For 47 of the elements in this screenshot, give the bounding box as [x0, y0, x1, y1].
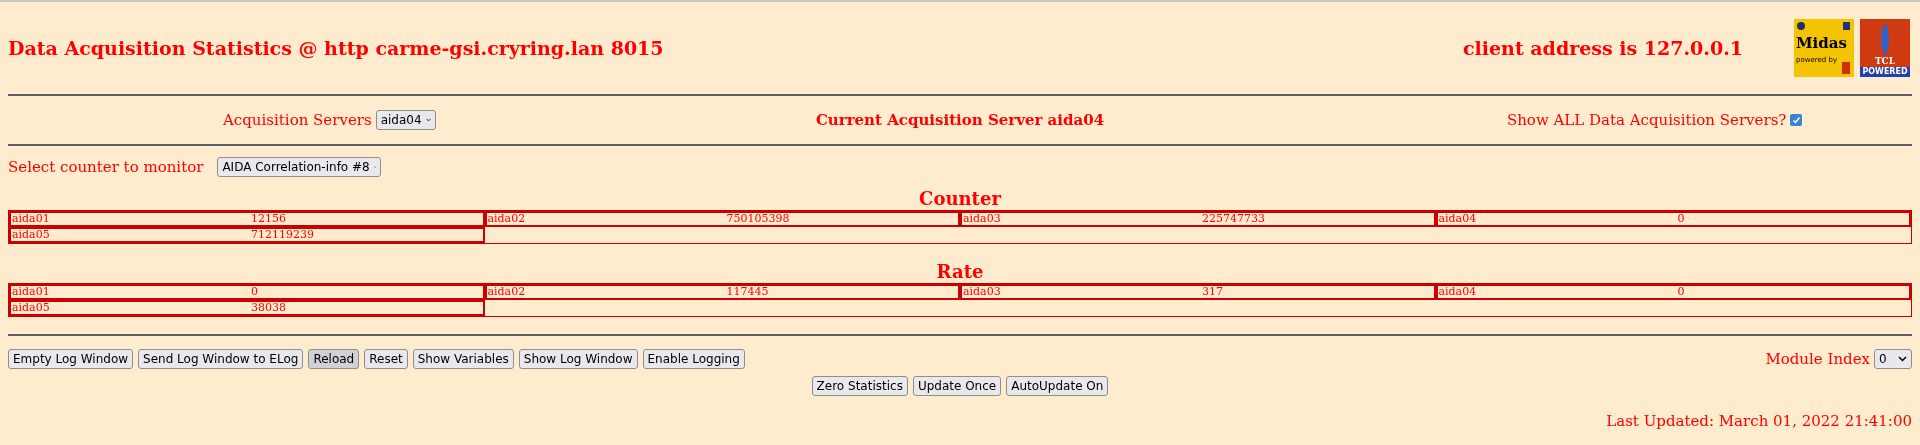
table-cell-text: 12156 [251, 210, 286, 227]
current-server: Current Acquisition Server aida04 [814, 109, 1106, 131]
server-select[interactable]: aida04 [375, 110, 436, 130]
table-cell-text: aida01 [11, 283, 51, 300]
table-cell-text: 117445 [726, 283, 769, 300]
action-button[interactable]: Reset [364, 349, 408, 369]
table-cell-text: aida03 [962, 283, 1002, 300]
show-all-label: Show ALL Data Acquisition Servers? [1506, 109, 1787, 131]
action-button[interactable]: Zero Statistics [811, 376, 908, 396]
action-button[interactable]: Enable Logging [642, 349, 745, 369]
action-button[interactable]: Empty Log Window [8, 349, 134, 369]
table-cell-text: aida04 [1437, 283, 1478, 300]
table-cell-text: 38038 [251, 299, 286, 316]
table-cell-text: 0 [1677, 210, 1685, 227]
table-cell-text: aida05 [11, 299, 51, 316]
show-all-checkbox[interactable] [1790, 114, 1803, 126]
action-button[interactable]: AutoUpdate On [1006, 376, 1109, 396]
table-cell-text: 750105398 [726, 210, 790, 227]
module-index-label: Module Index [1765, 348, 1870, 370]
counter-select[interactable]: AIDA Correlation-info #8 [217, 157, 382, 177]
table-cell-text: aida05 [11, 226, 51, 243]
action-button[interactable]: Send Log Window to ELog [138, 349, 304, 369]
chevron-down-icon [1898, 356, 1907, 362]
action-button[interactable]: Reload [308, 349, 360, 369]
table-cell-text: aida03 [962, 210, 1002, 227]
module-index-select[interactable]: 0 [1874, 349, 1912, 369]
table-cell-text: 317 [1202, 283, 1223, 300]
last-updated: Last Updated: March 01, 2022 21:41:00 [1606, 411, 1912, 432]
action-button[interactable]: Update Once [912, 376, 1002, 396]
servers-label: Acquisition Servers [223, 109, 372, 131]
table-cell-text: 712119239 [251, 226, 314, 243]
table-cell-text: aida02 [486, 283, 527, 300]
table-title: Counter [918, 188, 1003, 210]
table-cell-text: aida02 [486, 210, 527, 227]
counter-label: Select counter to monitor [8, 156, 204, 178]
client-address: client address is 127.0.0.1 [1463, 35, 1744, 61]
table-cell-text: aida04 [1437, 210, 1478, 227]
action-button[interactable]: Show Log Window [518, 349, 638, 369]
tcl-logo: TCL POWERED [1860, 19, 1910, 77]
table-cell-text: 225747733 [1202, 210, 1265, 227]
action-button[interactable]: Show Variables [412, 349, 514, 369]
table-cell-text: 0 [251, 283, 258, 300]
chevron-down-icon [425, 117, 431, 123]
table-cell-text: 0 [1677, 283, 1685, 300]
page-title: Data Acquisition Statistics @ http carme-gsi.cryring.lan 8015 [8, 35, 665, 61]
table-title: Rate [935, 261, 985, 283]
table-cell-text: aida01 [11, 210, 51, 227]
